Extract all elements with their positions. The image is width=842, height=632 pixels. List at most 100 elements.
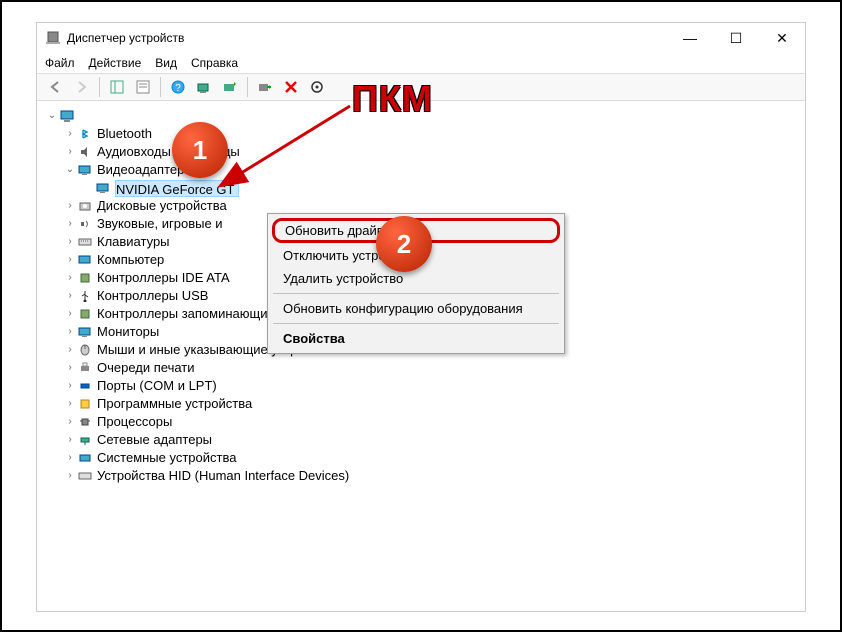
maximize-button[interactable]: ☐ [713, 23, 759, 53]
window-controls: — ☐ ✕ [667, 23, 805, 53]
app-icon [45, 30, 61, 46]
annotation-step-1: 1 [172, 122, 228, 178]
ctx-properties[interactable]: Свойства [271, 327, 561, 350]
tree-label: Дисковые устройства [97, 197, 227, 215]
menu-file[interactable]: Файл [45, 56, 75, 70]
mouse-icon [77, 342, 93, 358]
controller-icon [77, 270, 93, 286]
chevron-right-icon[interactable]: › [63, 467, 77, 485]
menubar: Файл Действие Вид Справка [37, 53, 805, 73]
tree-label: Bluetooth [97, 125, 152, 143]
scan-hardware-button[interactable] [193, 76, 215, 98]
chevron-right-icon[interactable]: › [63, 377, 77, 395]
bluetooth-icon [77, 126, 93, 142]
properties-button[interactable] [132, 76, 154, 98]
tree-label: Компьютер [97, 251, 164, 269]
printer-icon [77, 360, 93, 376]
keyboard-icon [77, 234, 93, 250]
tree-label: Клавиатуры [97, 233, 170, 251]
tree-system[interactable]: › Системные устройства [45, 449, 805, 467]
titlebar: Диспетчер устройств — ☐ ✕ [37, 23, 805, 53]
tree-hid[interactable]: › Устройства HID (Human Interface Device… [45, 467, 805, 485]
chevron-right-icon[interactable]: › [63, 251, 77, 269]
tree-software[interactable]: › Программные устройства [45, 395, 805, 413]
chevron-right-icon[interactable]: › [63, 125, 77, 143]
chevron-right-icon[interactable]: › [63, 287, 77, 305]
refresh-button[interactable] [306, 76, 328, 98]
chevron-right-icon[interactable]: › [63, 233, 77, 251]
chevron-right-icon[interactable]: › [63, 431, 77, 449]
chevron-right-icon[interactable]: › [63, 215, 77, 233]
tree-label: Порты (COM и LPT) [97, 377, 217, 395]
chevron-right-icon[interactable]: › [63, 269, 77, 287]
tree-bluetooth[interactable]: › Bluetooth [45, 125, 805, 143]
tree-label: Сетевые адаптеры [97, 431, 212, 449]
tree-print-queues[interactable]: › Очереди печати [45, 359, 805, 377]
audio-icon [77, 144, 93, 160]
tree-nvidia-device[interactable]: NVIDIA GeForce GT [45, 179, 805, 197]
computer-icon [77, 252, 93, 268]
usb-icon [77, 288, 93, 304]
chevron-right-icon[interactable]: › [63, 323, 77, 341]
chevron-right-icon[interactable]: › [63, 359, 77, 377]
menu-action[interactable]: Действие [89, 56, 142, 70]
tree-label-selected: NVIDIA GeForce GT [115, 180, 239, 197]
minimize-button[interactable]: — [667, 23, 713, 53]
enable-disable-button[interactable] [254, 76, 276, 98]
ctx-refresh-hardware[interactable]: Обновить конфигурацию оборудования [271, 297, 561, 320]
chevron-down-icon[interactable]: ⌄ [63, 161, 77, 179]
tree-label: Мониторы [97, 323, 159, 341]
annotation-step-2: 2 [376, 216, 432, 272]
annotation-pkm-label: ПКМ [352, 78, 433, 120]
chevron-right-icon[interactable]: › [63, 395, 77, 413]
chevron-right-icon[interactable]: › [63, 341, 77, 359]
uninstall-button[interactable] [280, 76, 302, 98]
tree-processors[interactable]: › Процессоры [45, 413, 805, 431]
tree-label: Системные устройства [97, 449, 236, 467]
network-icon [77, 432, 93, 448]
close-button[interactable]: ✕ [759, 23, 805, 53]
show-hide-tree-button[interactable] [106, 76, 128, 98]
ctx-remove-device[interactable]: Удалить устройство [271, 267, 561, 290]
display-adapter-icon [77, 162, 93, 178]
display-adapter-icon [95, 180, 111, 196]
ctx-separator [273, 323, 559, 324]
port-icon [77, 378, 93, 394]
tree-label: Звуковые, игровые и [97, 215, 223, 233]
chevron-right-icon[interactable]: › [63, 449, 77, 467]
disk-icon [77, 198, 93, 214]
tree-label: Устройства HID (Human Interface Devices) [97, 467, 349, 485]
tree-ports[interactable]: › Порты (COM и LPT) [45, 377, 805, 395]
software-icon [77, 396, 93, 412]
svg-text:?: ? [175, 83, 181, 94]
back-button[interactable] [45, 76, 67, 98]
storage-icon [77, 306, 93, 322]
chevron-right-icon[interactable]: › [63, 143, 77, 161]
tree-audio[interactable]: › Аудиовходы ды [45, 143, 805, 161]
expander-icon[interactable]: ⌄ [45, 107, 59, 125]
menu-help[interactable]: Справка [191, 56, 238, 70]
chevron-right-icon[interactable]: › [63, 413, 77, 431]
system-icon [77, 450, 93, 466]
tree-label: Контроллеры IDE ATA [97, 269, 230, 287]
sound-icon [77, 216, 93, 232]
menu-view[interactable]: Вид [155, 56, 177, 70]
computer-icon [59, 108, 75, 124]
monitor-icon [77, 324, 93, 340]
chevron-right-icon[interactable]: › [63, 197, 77, 215]
hid-icon [77, 468, 93, 484]
update-driver-toolbar-button[interactable] [219, 76, 241, 98]
help-button[interactable]: ? [167, 76, 189, 98]
forward-button[interactable] [71, 76, 93, 98]
cpu-icon [77, 414, 93, 430]
window-title: Диспетчер устройств [67, 31, 184, 45]
tree-network[interactable]: › Сетевые адаптеры [45, 431, 805, 449]
tree-label: Аудиовходы [97, 143, 171, 161]
tree-label: Очереди печати [97, 359, 195, 377]
tree-label: Программные устройства [97, 395, 252, 413]
tree-video-adapters[interactable]: ⌄ Видеоадаптеры [45, 161, 805, 179]
tree-label: Процессоры [97, 413, 172, 431]
ctx-separator [273, 293, 559, 294]
tree-label: Контроллеры USB [97, 287, 208, 305]
chevron-right-icon[interactable]: › [63, 305, 77, 323]
